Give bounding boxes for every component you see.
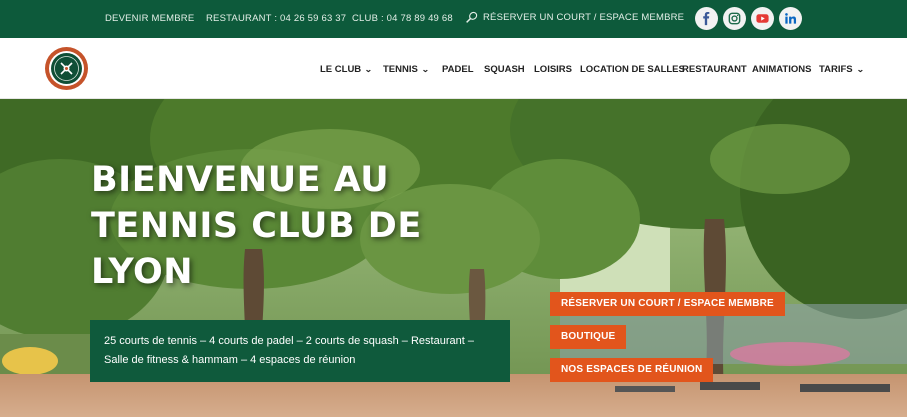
become-member-link[interactable]: DEVENIR MEMBRE (105, 13, 194, 24)
restaurant-phone-link[interactable]: RESTAURANT : 04 26 59 63 37 (206, 13, 346, 24)
instagram-button[interactable] (723, 7, 746, 30)
facilities-line: 25 courts de tennis – 4 courts de padel … (104, 335, 474, 347)
nav-item-padel[interactable]: PADEL (442, 64, 474, 75)
facilities-line: Salle de fitness & hammam – 4 espaces de… (104, 354, 356, 366)
linkedin-icon (785, 13, 797, 24)
facilities-info-box: 25 courts de tennis – 4 courts de padel … (90, 320, 510, 382)
nav-item-label: TARIFS (819, 64, 853, 75)
top-bar: DEVENIR MEMBRE RESTAURANT : 04 26 59 63 … (0, 0, 907, 38)
nav-item-restaurant[interactable]: RESTAURANT (682, 64, 747, 75)
reserve-court-label: RÉSERVER UN COURT / ESPACE MEMBRE (483, 12, 685, 23)
nav-item-location-de-salles[interactable]: LOCATION DE SALLES (580, 64, 685, 75)
club-phone-link[interactable]: CLUB : 04 78 89 49 68 (352, 13, 453, 24)
linkedin-button[interactable] (779, 7, 802, 30)
chevron-down-icon: ⌄ (364, 65, 373, 74)
club-logo[interactable] (44, 46, 89, 91)
hero-title-line: BIENVENUE AU (91, 160, 390, 200)
nav-item-label: PADEL (442, 64, 474, 75)
instagram-icon (728, 12, 741, 25)
hero-title-line: TENNIS CLUB DE (91, 206, 422, 246)
nav-item-tarifs[interactable]: TARIFS ⌄ (819, 64, 864, 75)
hero-section: BIENVENUE AU TENNIS CLUB DE LYON 25 cour… (0, 99, 907, 417)
nav-item-squash[interactable]: SQUASH (484, 64, 525, 75)
nav-item-label: ANIMATIONS (752, 64, 812, 75)
nav-item-label: TENNIS (383, 64, 418, 75)
reserve-court-link[interactable]: RÉSERVER UN COURT / ESPACE MEMBRE (465, 11, 684, 24)
facebook-icon (703, 11, 710, 26)
youtube-button[interactable] (751, 7, 774, 30)
nav-item-animations[interactable]: ANIMATIONS (752, 64, 811, 75)
tennis-racket-icon (466, 11, 478, 23)
nav-item-label: LE CLUB (320, 64, 362, 75)
nav-item-label: SQUASH (484, 64, 525, 75)
nav-item-label: RESTAURANT (682, 64, 747, 75)
chevron-down-icon: ⌄ (421, 65, 430, 74)
reserve-court-button[interactable]: RÉSERVER UN COURT / ESPACE MEMBRE (550, 292, 785, 316)
nav-item-le-club[interactable]: LE CLUB ⌄ (320, 64, 373, 75)
nav-item-label: LOCATION DE SALLES (580, 64, 685, 75)
hero-title-line: LYON (91, 252, 193, 292)
nav-item-tennis[interactable]: TENNIS ⌄ (383, 64, 429, 75)
hero-title: BIENVENUE AU TENNIS CLUB DE LYON (91, 157, 451, 295)
facebook-button[interactable] (695, 7, 718, 30)
nav-item-loisirs[interactable]: LOISIRS (534, 64, 572, 75)
meeting-spaces-button[interactable]: NOS ESPACES DE RÉUNION (550, 358, 714, 382)
nav-item-label: LOISIRS (534, 64, 573, 75)
main-navigation: LE CLUB ⌄ TENNIS ⌄ PADEL SQUASH LOISIRS … (0, 38, 907, 99)
boutique-button[interactable]: BOUTIQUE (550, 325, 627, 349)
chevron-down-icon: ⌄ (855, 65, 864, 74)
youtube-icon (756, 14, 769, 23)
